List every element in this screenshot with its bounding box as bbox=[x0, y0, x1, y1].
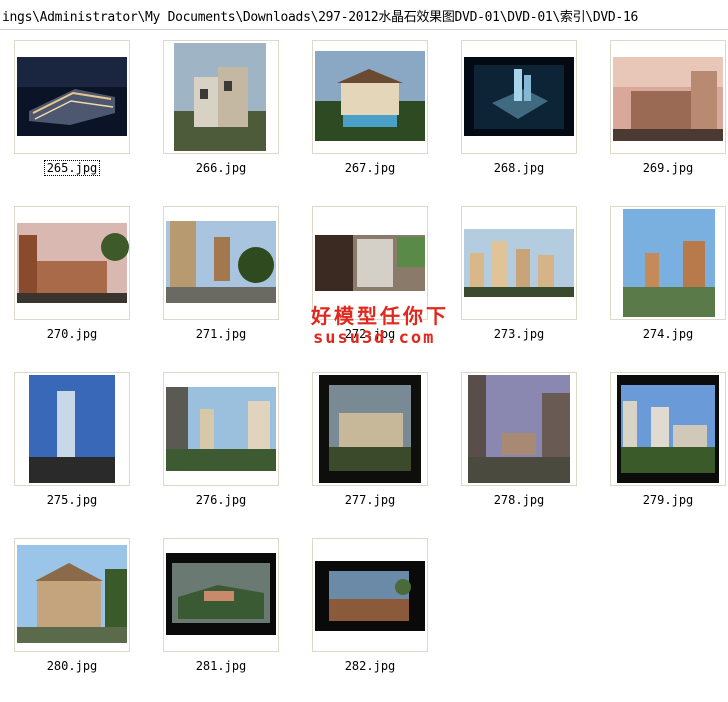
file-item[interactable]: 273.jpg bbox=[461, 206, 577, 356]
address-path[interactable]: ings\Administrator\My Documents\Download… bbox=[2, 6, 638, 25]
thumbnail-image bbox=[462, 373, 576, 485]
thumbnail-image bbox=[313, 539, 427, 651]
file-name: 282.jpg bbox=[344, 659, 396, 673]
thumbnail-image bbox=[164, 207, 278, 319]
file-item[interactable]: 266.jpg bbox=[163, 40, 279, 190]
thumbnail-image bbox=[15, 207, 129, 319]
thumbnail-frame[interactable] bbox=[461, 206, 577, 320]
thumbnail-image bbox=[15, 539, 129, 651]
file-name: 281.jpg bbox=[195, 659, 247, 673]
thumbnail-frame[interactable] bbox=[461, 40, 577, 154]
file-item[interactable]: 270.jpg bbox=[14, 206, 130, 356]
file-item[interactable]: 274.jpg bbox=[610, 206, 726, 356]
thumbnail-frame[interactable] bbox=[610, 206, 726, 320]
file-item[interactable]: 267.jpg bbox=[312, 40, 428, 190]
file-name: 267.jpg bbox=[344, 161, 396, 175]
thumbnail-frame[interactable] bbox=[312, 40, 428, 154]
thumbnail-frame[interactable] bbox=[163, 538, 279, 652]
file-item[interactable]: 282.jpg bbox=[312, 538, 428, 688]
file-name: 275.jpg bbox=[46, 493, 98, 507]
file-name: 265.jpg bbox=[14, 160, 130, 176]
file-item[interactable]: 276.jpg bbox=[163, 372, 279, 522]
file-name: 269.jpg bbox=[642, 161, 694, 175]
thumbnail-frame[interactable] bbox=[610, 40, 726, 154]
thumbnail-frame[interactable] bbox=[312, 538, 428, 652]
thumbnail-image bbox=[462, 207, 576, 319]
file-name: 274.jpg bbox=[642, 327, 694, 341]
file-item[interactable]: 278.jpg bbox=[461, 372, 577, 522]
watermark-text: 好模型任你下 bbox=[311, 304, 449, 328]
file-item[interactable]: 269.jpg bbox=[610, 40, 726, 190]
file-item[interactable]: 271.jpg bbox=[163, 206, 279, 356]
thumbnail-frame[interactable] bbox=[14, 206, 130, 320]
thumbnail-image bbox=[313, 41, 427, 153]
thumbnail-frame[interactable] bbox=[14, 40, 130, 154]
file-item[interactable]: 268.jpg bbox=[461, 40, 577, 190]
file-item[interactable]: 275.jpg bbox=[14, 372, 130, 522]
file-item[interactable]: 281.jpg bbox=[163, 538, 279, 688]
thumbnail-frame[interactable] bbox=[610, 372, 726, 486]
file-name: 266.jpg bbox=[195, 161, 247, 175]
thumbnail-image bbox=[462, 41, 576, 153]
file-item[interactable]: 277.jpg bbox=[312, 372, 428, 522]
file-name: 270.jpg bbox=[46, 327, 98, 341]
watermark-url: susu3d.com bbox=[313, 328, 436, 348]
thumbnail-frame[interactable] bbox=[14, 538, 130, 652]
thumbnail-frame[interactable] bbox=[312, 372, 428, 486]
file-name: 277.jpg bbox=[344, 493, 396, 507]
thumbnail-image bbox=[611, 373, 725, 485]
thumbnail-grid: 265.jpg 266.jpg 267.jpg 268.jpg 269.jpg … bbox=[0, 30, 728, 702]
file-item[interactable]: 265.jpg bbox=[14, 40, 130, 190]
thumbnail-frame[interactable] bbox=[14, 372, 130, 486]
file-name: 268.jpg bbox=[493, 161, 545, 175]
thumbnail-image bbox=[164, 41, 278, 153]
file-name: 278.jpg bbox=[493, 493, 545, 507]
thumbnail-image bbox=[611, 41, 725, 153]
thumbnail-frame[interactable] bbox=[163, 206, 279, 320]
thumbnail-image bbox=[164, 373, 278, 485]
file-item[interactable]: 279.jpg bbox=[610, 372, 726, 522]
thumbnail-image bbox=[611, 207, 725, 319]
thumbnail-frame[interactable] bbox=[461, 372, 577, 486]
file-name: 273.jpg bbox=[493, 327, 545, 341]
file-name: 271.jpg bbox=[195, 327, 247, 341]
thumbnail-image bbox=[164, 539, 278, 651]
thumbnail-image bbox=[15, 373, 129, 485]
thumbnail-frame[interactable] bbox=[163, 40, 279, 154]
file-name: 280.jpg bbox=[46, 659, 98, 673]
thumbnail-image bbox=[15, 41, 129, 153]
thumbnail-image bbox=[313, 373, 427, 485]
file-name: 276.jpg bbox=[195, 493, 247, 507]
file-item[interactable]: 280.jpg bbox=[14, 538, 130, 688]
address-bar[interactable]: ings\Administrator\My Documents\Download… bbox=[0, 0, 728, 30]
file-name: 279.jpg bbox=[642, 493, 694, 507]
thumbnail-frame[interactable] bbox=[163, 372, 279, 486]
